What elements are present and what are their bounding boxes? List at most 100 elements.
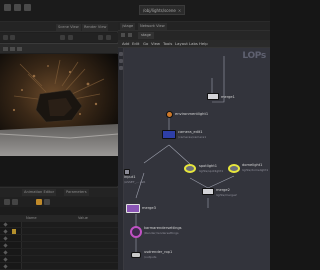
- select-tool-icon[interactable]: [119, 52, 123, 56]
- node-sublabel: lights/domelight1: [242, 168, 269, 172]
- node-label: usdrender_rop1: [144, 250, 173, 254]
- node-usdrender-rop[interactable]: [131, 252, 141, 258]
- menu-layout[interactable]: Layout: [175, 40, 188, 48]
- node-sublabel: lights/merge2: [216, 193, 237, 197]
- tab-network-view[interactable]: Network View: [138, 23, 167, 30]
- table-row[interactable]: [0, 257, 118, 263]
- forward-icon[interactable]: [128, 33, 132, 37]
- params-tab-bar: Animation Editor Parameters: [0, 188, 118, 197]
- node-label: environmentlight1: [175, 112, 209, 116]
- tab-parameters[interactable]: Parameters: [64, 189, 89, 196]
- network-canvas[interactable]: LOPs merge1 environmentlight1 camera_edi…: [124, 48, 270, 270]
- table-row[interactable]: [0, 236, 118, 242]
- network-menu-bar: Add Edit Go View Tools Layout Labs Help: [118, 40, 270, 48]
- tool-icon[interactable]: [44, 199, 50, 205]
- keyframe-icon: [3, 236, 8, 241]
- column-value: Value: [78, 216, 88, 220]
- node-domelight[interactable]: [228, 164, 240, 173]
- viewport-lower-region: [0, 156, 118, 186]
- desktop-icon[interactable]: [14, 4, 21, 11]
- node-label: karmarendersettings: [144, 226, 182, 230]
- scene-viewer-pane: Scene View Render View: [0, 22, 118, 187]
- render-menu-icon[interactable]: [17, 47, 22, 51]
- menu-go[interactable]: Go: [143, 40, 148, 48]
- node-rendersettings[interactable]: [130, 226, 142, 238]
- keyframe-icon: [3, 257, 8, 262]
- node-merge2[interactable]: [202, 188, 214, 195]
- node-merge1[interactable]: [207, 93, 219, 100]
- note-tool-icon[interactable]: [119, 66, 123, 70]
- close-icon[interactable]: ×: [178, 8, 181, 13]
- node-label: merge3: [142, 206, 156, 210]
- houdini-window: /obj/lights/scene × Scene View Render Vie…: [0, 0, 270, 270]
- top-pane-tab[interactable]: /obj/lights/scene ×: [139, 5, 186, 15]
- table-row[interactable]: [0, 264, 118, 270]
- menu-labs[interactable]: Labs: [189, 40, 198, 48]
- node-sublabel: /outputs: [144, 255, 157, 259]
- node-label: domelight1: [242, 163, 263, 167]
- menu-tools[interactable]: Tools: [163, 40, 172, 48]
- node-spotlight[interactable]: [184, 164, 196, 173]
- view-tool-icon[interactable]: [68, 35, 73, 40]
- node-label: merge1: [221, 95, 235, 99]
- menu-help[interactable]: Help: [199, 40, 208, 48]
- view-tool-icon[interactable]: [60, 35, 65, 40]
- params-toolbar: [0, 197, 118, 207]
- table-row[interactable]: [0, 243, 118, 249]
- node-sublabel: /ASSET_... /GR: [124, 180, 146, 184]
- network-path[interactable]: stage: [138, 32, 154, 39]
- node-label: merge2: [216, 188, 230, 192]
- parameter-pane: Animation Editor Parameters Name Value: [0, 187, 118, 270]
- node-sublabel: lights/spotlight1: [199, 169, 224, 173]
- column-name: Name: [26, 216, 37, 220]
- viewport-toolbar: [0, 43, 118, 53]
- viewer-toolbar: [0, 33, 118, 42]
- node-label: spotlight1: [199, 164, 218, 168]
- viewport-render[interactable]: [0, 54, 118, 156]
- node-environmentlight[interactable]: [166, 111, 173, 118]
- app-icon[interactable]: [4, 4, 11, 11]
- selection-marker: [12, 229, 16, 234]
- node-merge3[interactable]: [126, 204, 140, 213]
- viewer-tab-bar: Scene View Render View: [0, 22, 118, 32]
- keyframe-icon: [3, 222, 8, 227]
- view-tool-icon[interactable]: [10, 35, 15, 40]
- pan-tool-icon[interactable]: [119, 59, 123, 63]
- menu-edit[interactable]: Edit: [132, 40, 139, 48]
- node-label: camera_edit1: [178, 130, 203, 134]
- menu-add[interactable]: Add: [122, 40, 129, 48]
- tool-icon[interactable]: [4, 199, 10, 205]
- params-rows: [0, 222, 118, 270]
- camera-menu-icon[interactable]: [3, 47, 8, 51]
- tab-scene-view[interactable]: Scene View: [56, 24, 81, 31]
- back-icon[interactable]: [121, 33, 125, 37]
- network-tab-bar: /stage Network View: [118, 22, 270, 31]
- keyframe-icon: [3, 250, 8, 255]
- node-wires: [135, 56, 235, 253]
- display-menu-icon[interactable]: [10, 47, 15, 51]
- tab-render-view[interactable]: Render View: [82, 24, 109, 31]
- node-camera[interactable]: [162, 130, 176, 139]
- top-pane-tab-label: /obj/lights/scene: [143, 8, 176, 13]
- table-row[interactable]: [0, 229, 118, 235]
- keyframe-icon: [3, 264, 8, 269]
- network-address-bar: stage: [118, 31, 270, 40]
- params-column-header: Name Value: [0, 215, 118, 222]
- view-tool-icon[interactable]: [106, 35, 111, 40]
- keyframe-icon: [3, 229, 8, 234]
- layout-icon[interactable]: [24, 4, 31, 11]
- tool-icon[interactable]: [12, 199, 18, 205]
- warning-icon[interactable]: [36, 199, 42, 205]
- top-bar: /obj/lights/scene ×: [0, 0, 270, 22]
- table-row[interactable]: [0, 250, 118, 256]
- network-editor-pane: /stage Network View stage Add Edit Go Vi…: [118, 22, 270, 270]
- tab-stage[interactable]: /stage: [120, 23, 136, 30]
- node-sublabel: /cameras/camera1: [178, 135, 207, 139]
- view-tool-icon[interactable]: [98, 35, 103, 40]
- render-image: [0, 54, 118, 156]
- table-row[interactable]: [0, 222, 118, 228]
- view-tool-icon[interactable]: [3, 35, 8, 40]
- tab-animation-editor[interactable]: Animation Editor: [22, 189, 57, 196]
- menu-view[interactable]: View: [151, 40, 160, 48]
- node-label: input1: [124, 175, 136, 179]
